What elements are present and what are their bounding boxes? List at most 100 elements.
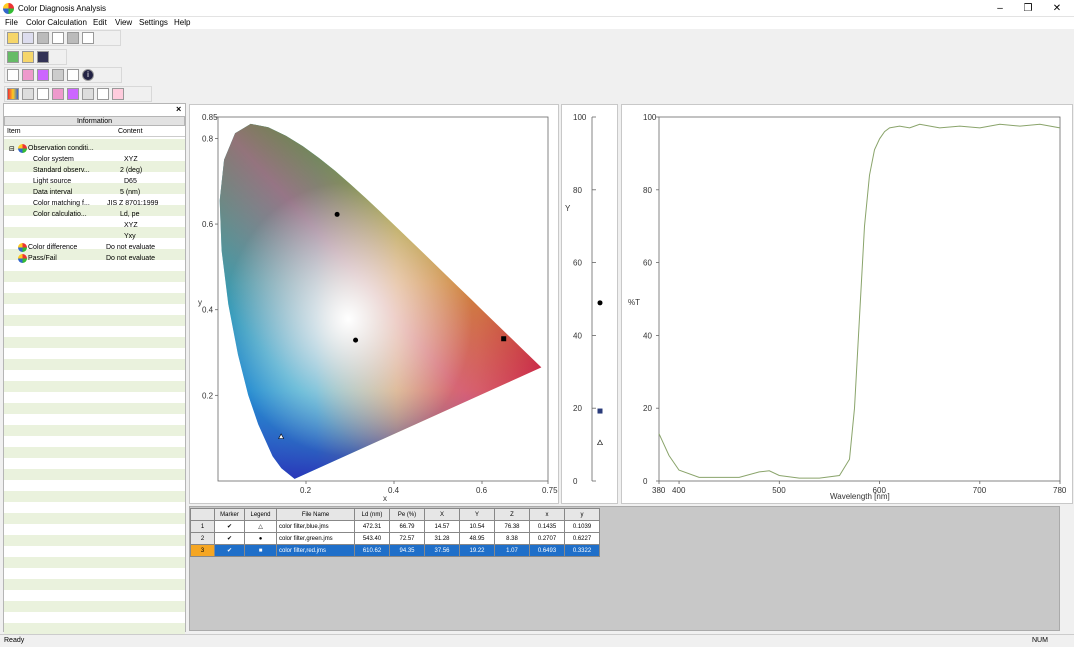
bars-icon[interactable] [97, 88, 109, 100]
table-row[interactable]: 3 ✔ ■ color filter,red.jms 610.62 94.35 37.56 1… [190, 544, 600, 557]
y-bar-point[interactable] [597, 408, 603, 414]
view-toolbar: i [4, 67, 122, 83]
info-row-value: Do not evaluate [106, 255, 156, 262]
menu-file[interactable]: File [5, 18, 18, 27]
plot-frame [658, 116, 1061, 482]
menu-view[interactable]: View [115, 18, 132, 27]
y-bar-point[interactable] [596, 439, 604, 445]
tree-expander[interactable]: ⊟ [9, 145, 15, 153]
info-row-stripe [4, 480, 185, 491]
print-graph-icon[interactable] [67, 32, 79, 44]
table-cell: 8.38 [494, 532, 530, 545]
table-cell: 66.79 [389, 520, 425, 533]
graph-preview-icon[interactable] [82, 32, 94, 44]
gray-view-icon[interactable] [52, 69, 64, 81]
table-cell: 0.1039 [564, 520, 600, 533]
x-tick-label: 700 [973, 486, 987, 495]
header-cell[interactable]: Y [459, 508, 495, 521]
save-icon[interactable] [22, 32, 34, 44]
info-row-value: Ld, pe [120, 211, 140, 218]
import-data-icon[interactable] [7, 51, 19, 63]
table-cell: 1 [190, 520, 215, 533]
table-row[interactable]: 2 ✔ ● color filter,green.jms 543.40 72.57 31.2… [190, 532, 600, 545]
menu-bar: File Color Calculation Edit View Setting… [0, 17, 1074, 29]
chromaticity-point[interactable] [353, 337, 359, 343]
print-icon[interactable] [37, 32, 49, 44]
info-row-label[interactable]: Color difference [28, 244, 77, 251]
x-tick-label: 780 [1053, 486, 1067, 495]
close-button[interactable]: ✕ [1042, 0, 1072, 17]
menu-edit[interactable]: Edit [93, 18, 107, 27]
header-cell[interactable]: Z [494, 508, 530, 521]
header-cell[interactable]: File Name [276, 508, 355, 521]
x-tick-label: 400 [672, 486, 686, 495]
print-preview-icon[interactable] [52, 32, 64, 44]
marker-checkbox[interactable]: ✔ [214, 532, 245, 545]
menu-help[interactable]: Help [174, 18, 190, 27]
info-row-label: Color calculatio... [33, 211, 87, 218]
chromaticity-diagram[interactable]: 0.2 0.4 0.6 0.75 0.2 0.4 0.6 0.8 0.85 x y [190, 105, 558, 503]
bar-chart-icon[interactable] [67, 69, 79, 81]
y-value-pane: 0 20 40 60 80 100 Y [561, 104, 618, 504]
table-cell: 10.54 [459, 520, 495, 533]
patch-icon[interactable] [52, 88, 64, 100]
info-row-label[interactable]: Observation conditi... [28, 145, 94, 152]
table-cell: 94.35 [389, 544, 425, 557]
minimize-button[interactable]: – [985, 0, 1015, 17]
legend-symbol: △ [244, 520, 277, 533]
header-cell[interactable]: y [564, 508, 600, 521]
legend-symbol: ● [244, 532, 277, 545]
header-cell[interactable]: x [529, 508, 565, 521]
grid-icon[interactable] [82, 88, 94, 100]
chromaticity-point[interactable] [501, 336, 507, 342]
spectrum-chart[interactable]: 380 400 500 600 700 780020406080100 Wavelengt… [622, 105, 1072, 503]
info-row-label[interactable]: Pass/Fail [28, 255, 57, 262]
info-row-value: 5 (nm) [120, 189, 141, 196]
info-icon[interactable]: i [82, 69, 94, 81]
info-row-stripe [4, 546, 185, 557]
content-column-label: Content [118, 128, 143, 135]
x-tick-label: 0.2 [300, 486, 312, 495]
menu-settings[interactable]: Settings [139, 18, 168, 27]
header-cell[interactable]: Legend [244, 508, 277, 521]
y-value-axis[interactable]: 0 20 40 60 80 100 Y [562, 105, 617, 503]
x-tick-label: 0.4 [388, 486, 400, 495]
pen-icon[interactable] [112, 88, 124, 100]
display-icon[interactable] [22, 88, 34, 100]
info-row-stripe [4, 370, 185, 381]
marker-checkbox[interactable]: ✔ [214, 520, 245, 533]
table-cell: 0.1435 [529, 520, 565, 533]
header-cell[interactable]: X [424, 508, 460, 521]
chromaticity-view-icon[interactable] [37, 69, 49, 81]
y-tick-label: 0.6 [202, 220, 214, 229]
status-text: Ready [4, 637, 25, 644]
header-cell[interactable]: Pe (%) [389, 508, 425, 521]
open-data-icon[interactable] [22, 51, 34, 63]
info-row-stripe [4, 282, 185, 293]
marker-checkbox[interactable]: ✔ [214, 544, 245, 557]
open-folder-icon[interactable] [7, 32, 19, 44]
panel-close-button[interactable]: × [176, 104, 181, 114]
chromaticity-point[interactable] [334, 211, 340, 217]
color-layout-icon[interactable] [7, 88, 19, 100]
restore-button[interactable]: ❐ [1013, 0, 1043, 17]
table-row[interactable]: 1 ✔ △ color filter,blue.jms 472.31 66.79 14.57… [190, 520, 600, 533]
y-axis-label: %T [628, 298, 640, 307]
info-column-header: Item Content [4, 127, 185, 137]
menu-color-calculation[interactable]: Color Calculation [26, 18, 87, 27]
image-view-icon[interactable] [7, 69, 19, 81]
y-bar-tick-label: 0 [573, 477, 578, 486]
information-header: Information [4, 116, 185, 126]
status-bar: Ready NUM [0, 634, 1074, 647]
color-patch-icon[interactable] [22, 69, 34, 81]
header-cell[interactable]: Ld (nm) [354, 508, 390, 521]
diagram-icon[interactable] [67, 88, 79, 100]
info-row-stripe [4, 601, 185, 612]
info-row-label: Standard observ... [33, 167, 90, 174]
table-cell: 31.28 [424, 532, 460, 545]
save-data-icon[interactable] [37, 51, 49, 63]
header-cell[interactable]: Marker [214, 508, 245, 521]
info-row-stripe [4, 513, 185, 524]
y-bar-point[interactable] [597, 300, 603, 306]
cursor-icon[interactable] [37, 88, 49, 100]
